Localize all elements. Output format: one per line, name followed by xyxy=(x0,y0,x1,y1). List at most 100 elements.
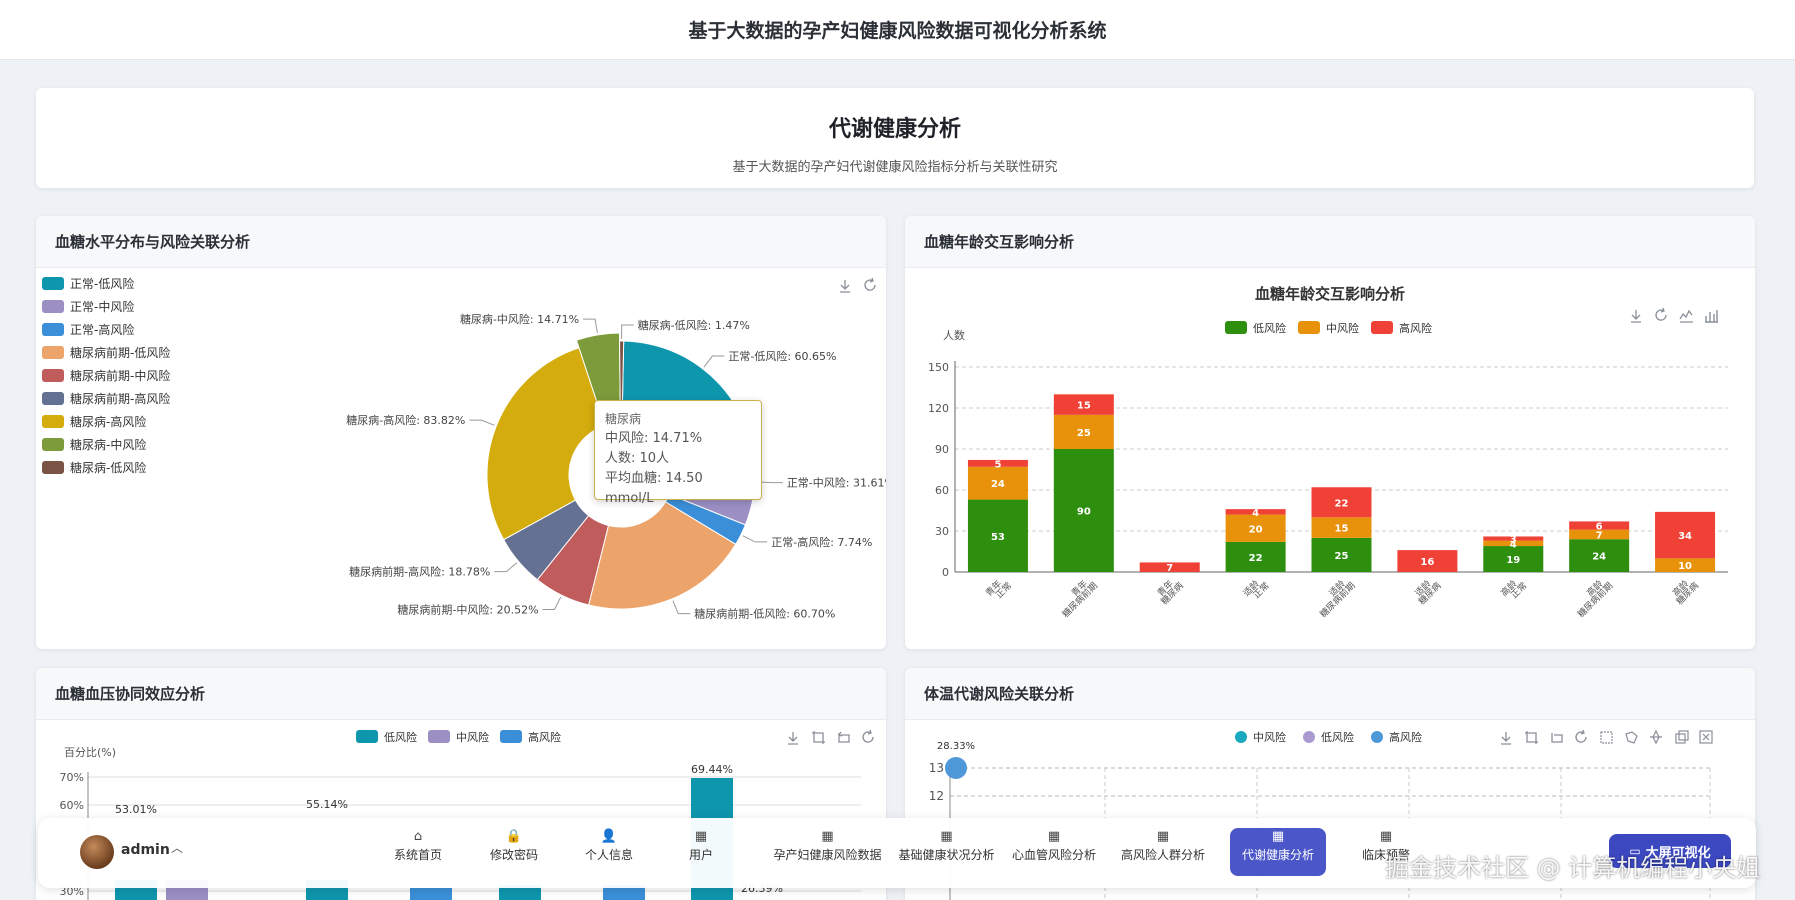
y-tick-label: 12 xyxy=(929,789,944,803)
legend-swatch[interactable] xyxy=(1371,731,1383,743)
download-icon[interactable] xyxy=(1631,310,1641,323)
legend-swatch[interactable] xyxy=(428,730,450,743)
scatter-legend: 中风险 低风险 高风险 xyxy=(1235,730,1422,744)
bar-chart-icon[interactable] xyxy=(1705,310,1718,323)
nav-item-label: 修改密码 xyxy=(489,848,538,862)
legend-swatch[interactable] xyxy=(500,730,522,743)
nav-item[interactable]: ▦ 孕产妇健康风险数据 xyxy=(771,828,884,876)
user-icon: 👤 xyxy=(600,829,618,844)
nav-item-label: 心血管风险分析 xyxy=(1011,848,1096,862)
data-label: 5 xyxy=(994,459,1001,470)
y-tick-label: 120 xyxy=(928,402,949,415)
panel-title: 体温代谢风险关联分析 xyxy=(905,668,1755,720)
top-bar: 基于大数据的孕产妇健康风险数据可视化分析系统 xyxy=(0,0,1795,60)
pie-tooltip: 糖尿病 中风险: 14.71% 人数: 10人 平均血糖: 14.50 mmol… xyxy=(594,400,762,506)
legend-swatch[interactable] xyxy=(356,730,378,743)
y-tick-label: 60% xyxy=(60,799,84,812)
crop-icon[interactable] xyxy=(1525,731,1538,744)
y-tick-label: 13 xyxy=(929,761,944,775)
grid-icon: ▦ xyxy=(1156,829,1170,844)
y-axis-label: 百分比(%) xyxy=(64,746,116,759)
rect-select-icon[interactable] xyxy=(1600,731,1613,744)
nav-item[interactable]: 👤 个人信息 xyxy=(578,828,640,876)
download-icon[interactable] xyxy=(788,732,798,745)
slice-label: 糖尿病-高风险: 83.82% xyxy=(346,413,465,427)
slice-label: 糖尿病-低风险: 1.47% xyxy=(638,318,750,332)
pie-slice[interactable] xyxy=(486,347,606,541)
y-axis-label: 人数 xyxy=(943,329,965,342)
legend-label[interactable]: 低风险 xyxy=(1321,730,1354,744)
slice-label: 糖尿病前期-中风险: 20.52% xyxy=(397,602,538,616)
data-label: 90 xyxy=(1077,507,1091,518)
legend-label[interactable]: 中风险 xyxy=(1253,730,1286,744)
avatar[interactable] xyxy=(80,835,114,869)
label-line xyxy=(469,419,495,426)
legend-label[interactable]: 高风险 xyxy=(1389,730,1422,744)
label-line xyxy=(583,318,598,334)
label-line xyxy=(703,355,725,368)
bar-marks: 53245青年正常902515青年糖尿病前期7青年糖尿病22204适龄正常251… xyxy=(967,394,1716,620)
legend-swatch[interactable] xyxy=(1225,321,1247,334)
download-icon[interactable] xyxy=(840,280,850,293)
legend-label[interactable]: 高风险 xyxy=(528,730,561,744)
download-icon[interactable] xyxy=(1501,732,1511,745)
data-label: 15 xyxy=(1335,524,1349,535)
legend-swatch[interactable] xyxy=(1371,321,1393,334)
slice-label: 正常-低风险: 60.65% xyxy=(728,349,836,363)
legend-label[interactable]: 中风险 xyxy=(1326,321,1359,335)
user-name[interactable]: admin xyxy=(121,842,170,858)
refresh-icon[interactable] xyxy=(1575,729,1587,743)
data-label: 3 xyxy=(1510,535,1517,546)
nav-item[interactable]: 🔒 修改密码 xyxy=(483,828,545,876)
nav-item[interactable]: ▦ 代谢健康分析 xyxy=(1230,828,1326,876)
legend-label[interactable]: 低风险 xyxy=(1253,321,1286,335)
glucose-age-bar-chart[interactable]: 血糖年龄交互影响分析 人数 低风险 中风险 高风险 0306090120150 53… xyxy=(905,268,1755,649)
undo-icon[interactable] xyxy=(837,731,850,743)
lasso-select-icon[interactable] xyxy=(1625,731,1638,744)
chevron-up-icon[interactable]: ︿ xyxy=(171,839,183,856)
label-line xyxy=(742,535,768,543)
nav-item-label: 个人信息 xyxy=(584,848,633,862)
page-subtitle: 基于大数据的孕产妇代谢健康风险指标分析与关联性研究 xyxy=(732,160,1058,175)
data-label: 7 xyxy=(1166,563,1173,574)
legend-label[interactable]: 高风险 xyxy=(1399,321,1432,335)
grid-icon: ▦ xyxy=(821,829,834,844)
grid-icon: ▦ xyxy=(1047,829,1061,844)
slice-label: 正常-高风险: 7.74% xyxy=(771,535,872,549)
app-title: 基于大数据的孕产妇健康风险数据可视化分析系统 xyxy=(688,20,1107,42)
inverse-select-icon[interactable] xyxy=(1675,730,1689,744)
refresh-icon[interactable] xyxy=(862,729,874,743)
clear-select-icon[interactable] xyxy=(1699,730,1713,744)
data-label: 24 xyxy=(1592,552,1606,563)
nav-item[interactable]: ▦ 心血管风险分析 xyxy=(1006,828,1102,876)
label-line xyxy=(621,324,634,340)
nav-item[interactable]: ▦ 高风险人群分析 xyxy=(1112,828,1214,876)
legend-swatch[interactable] xyxy=(1303,731,1315,743)
data-label: 19 xyxy=(1506,555,1520,566)
undo-icon[interactable] xyxy=(1551,733,1563,743)
legend-swatch[interactable] xyxy=(1298,321,1320,334)
legend-label[interactable]: 中风险 xyxy=(456,730,489,744)
nav-item[interactable]: ⌂ 系统首页 xyxy=(383,828,453,876)
legend-swatch[interactable] xyxy=(1235,731,1247,743)
legend-label[interactable]: 低风险 xyxy=(384,730,417,744)
data-label: 28.33% xyxy=(937,741,975,752)
crop-icon[interactable] xyxy=(812,731,825,744)
panel-title: 血糖血压协同效应分析 xyxy=(36,668,886,720)
line-chart-icon[interactable] xyxy=(1679,309,1693,323)
data-label: 10 xyxy=(1678,561,1692,572)
nav-item[interactable]: ▦ 基础健康状况分析 xyxy=(893,828,1000,876)
page-title: 代谢健康分析 xyxy=(828,117,961,142)
nav-item-label: 高风险人群分析 xyxy=(1120,848,1205,862)
bp-legend: 低风险 中风险 高风险 xyxy=(356,730,561,744)
page-header-card: 代谢健康分析 基于大数据的孕产妇代谢健康风险指标分析与关联性研究 xyxy=(36,88,1754,188)
nav-item-label: 用户 xyxy=(688,848,713,862)
nav-item-label: 系统首页 xyxy=(393,848,442,862)
refresh-icon[interactable] xyxy=(1655,307,1667,321)
label-line xyxy=(494,562,518,573)
keep-select-icon[interactable] xyxy=(1650,729,1662,745)
nav-item[interactable]: ▦ 用户 xyxy=(678,828,724,876)
tooltip-line: 人数: 10人 xyxy=(605,451,670,466)
y-tick-label: 150 xyxy=(928,361,949,374)
refresh-icon[interactable] xyxy=(864,277,876,291)
